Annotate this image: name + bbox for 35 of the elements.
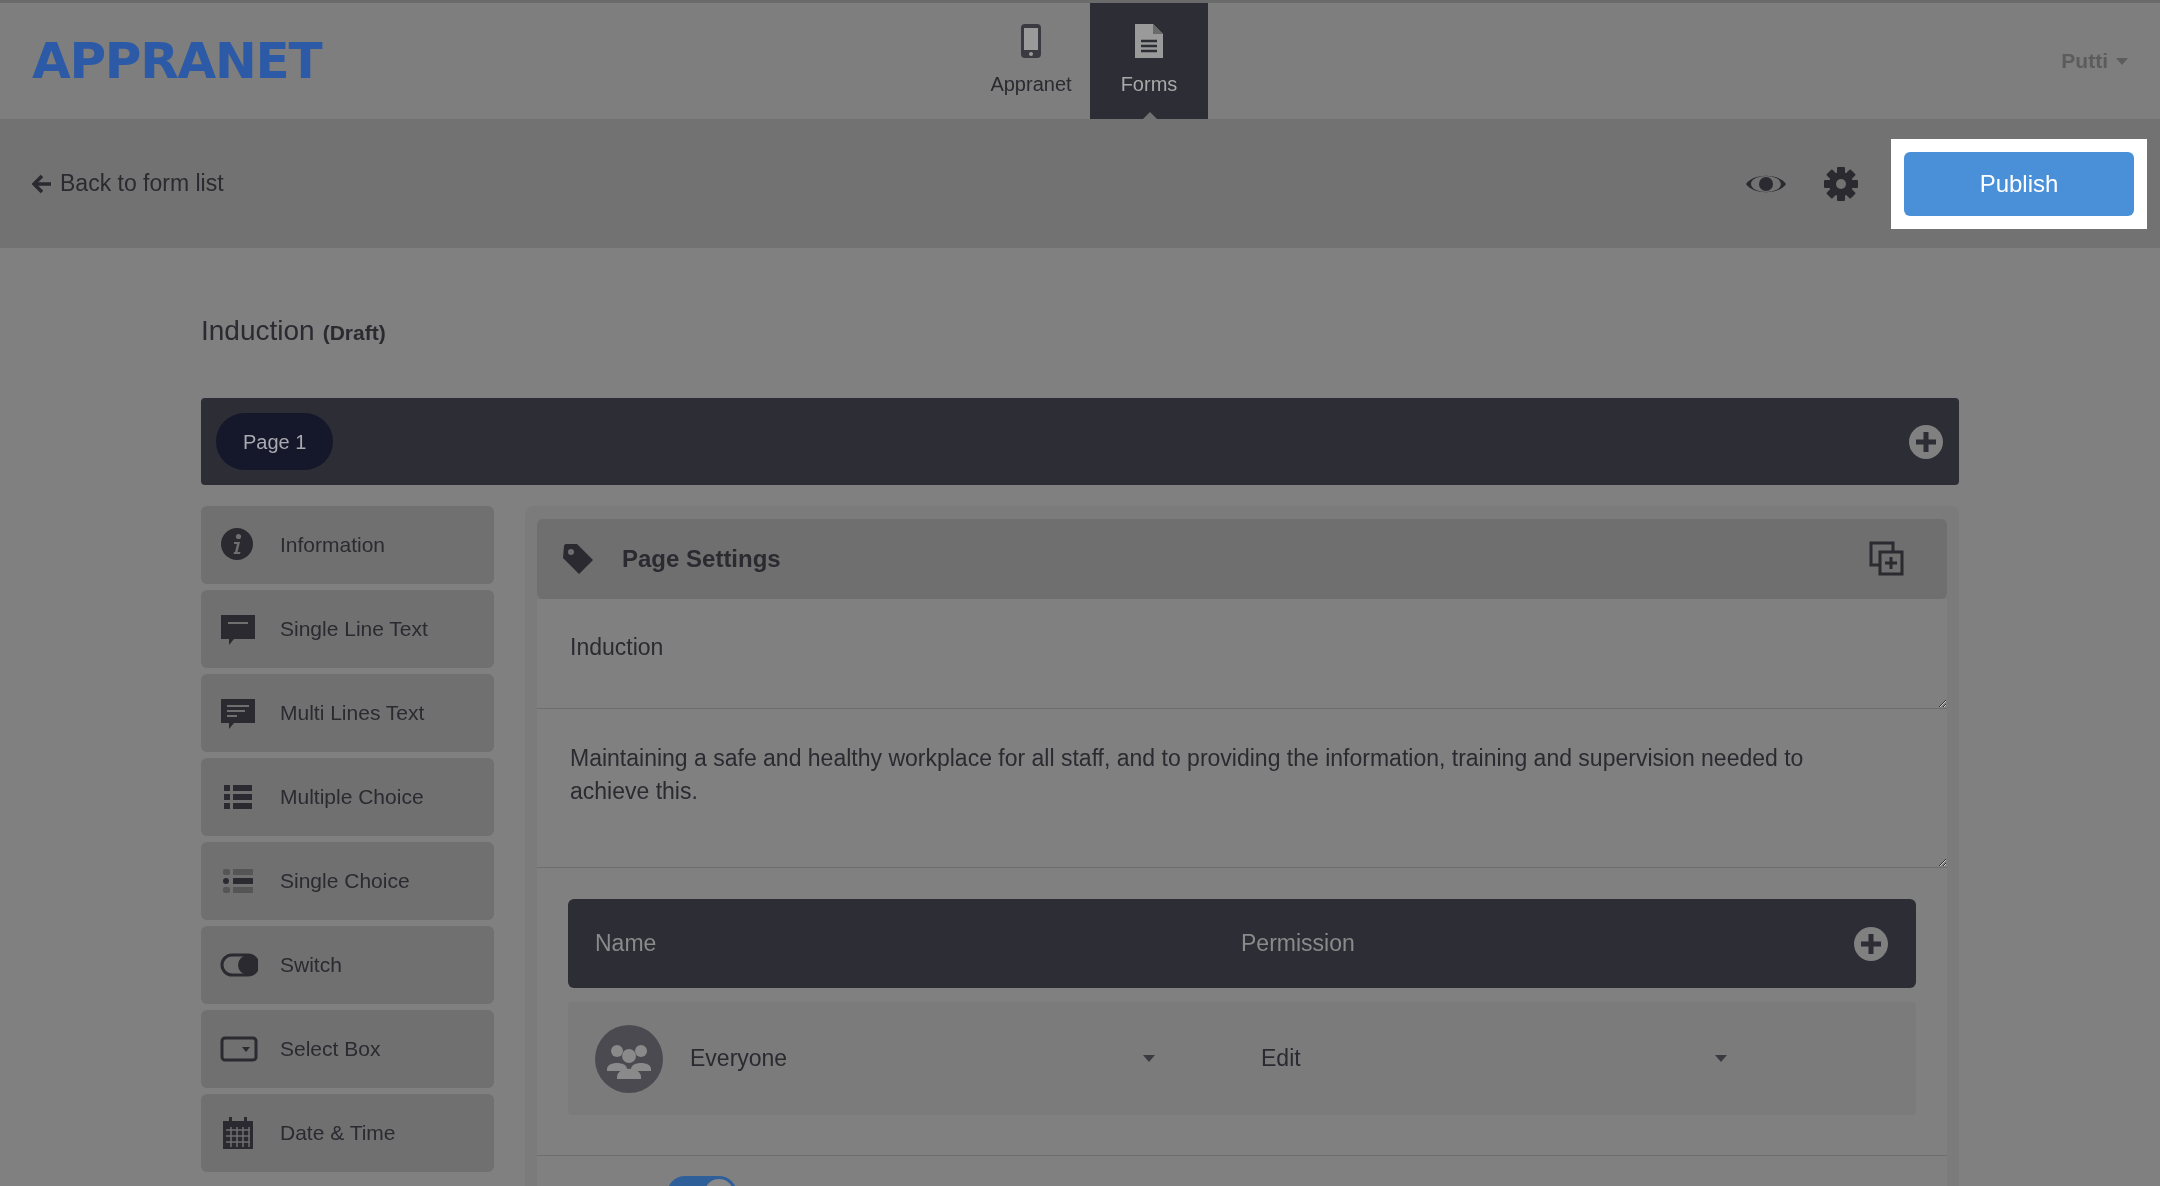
publish-button[interactable]: Publish — [1904, 151, 2134, 216]
sidebar-item[interactable]: Single Choice — [201, 842, 494, 920]
sidebar-item[interactable]: Information — [201, 506, 494, 584]
caret-icon — [1143, 1055, 1155, 1062]
sidebar-item[interactable]: Date & Time — [201, 1094, 494, 1172]
arrow-left-icon — [32, 173, 52, 194]
form-title: Induction — [201, 314, 315, 348]
sidebar-item[interactable]: Switch — [201, 926, 494, 1004]
sidebar-item[interactable]: Select Box — [201, 1010, 494, 1088]
sidebar-item[interactable]: Multiple Choice — [201, 758, 494, 836]
name-dropdown[interactable]: Everyone — [690, 1041, 1163, 1076]
group-avatar-icon — [595, 1024, 663, 1093]
phone-icon — [1020, 23, 1042, 59]
logo: APPRANET — [32, 30, 324, 92]
add-permission-icon[interactable] — [1853, 925, 1889, 962]
document-icon — [1134, 23, 1164, 59]
sidebar-item[interactable]: Multi Lines Text — [201, 674, 494, 752]
tag-icon — [561, 542, 595, 576]
caret-icon — [1715, 1055, 1727, 1062]
settings-icon[interactable] — [1823, 165, 1859, 202]
form-status: (Draft) — [322, 320, 386, 346]
panel-title: Page Settings — [622, 544, 782, 574]
permission-dropdown[interactable]: Edit — [1261, 1041, 1735, 1076]
page-description-field[interactable]: Maintaining a safe and healthy workplace for all staff, and to providing the information, training and supervision needed to achieve this. — [537, 709, 1947, 867]
caret-icon — [2116, 57, 2128, 65]
nav-tab[interactable]: Forms — [1090, 3, 1208, 119]
duplicate-icon[interactable] — [1869, 541, 1905, 577]
back-link[interactable]: Back to form list — [32, 166, 224, 201]
column-header: Permission — [1241, 929, 1356, 959]
column-header: Name — [595, 929, 658, 959]
page-name-field[interactable]: Induction — [537, 599, 1947, 708]
sidebar-item[interactable]: Single Line Text — [201, 590, 494, 668]
page-tab[interactable]: Page 1 — [216, 413, 334, 470]
nav-tab[interactable]: Appranet — [972, 3, 1090, 119]
add-page-icon[interactable] — [1908, 423, 1944, 460]
